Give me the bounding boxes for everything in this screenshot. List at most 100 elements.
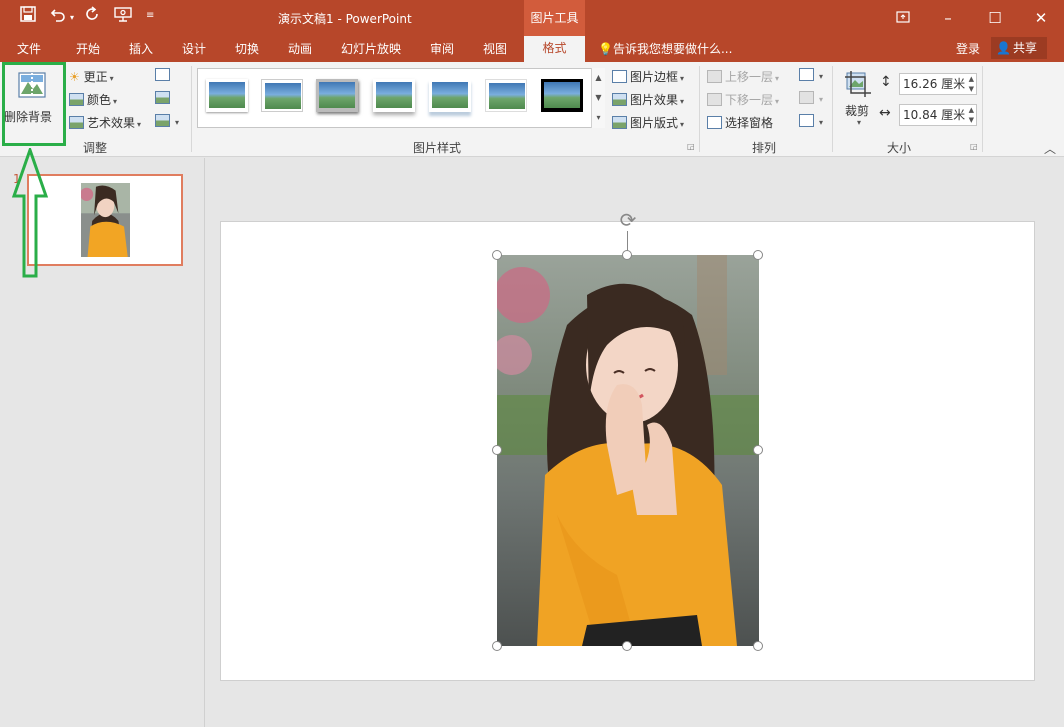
tell-me-text: 告诉我您想要做什么... [612,42,733,56]
tab-animations[interactable]: 动画 [288,40,312,57]
arrange-group-label: 排列 [752,141,777,155]
scroll-down-icon[interactable]: ▼ [592,88,605,108]
resize-handle-bottom-right[interactable] [753,641,763,651]
gallery-scroll[interactable]: ▲ ▼ ▾ [591,68,605,128]
bring-forward-label: 上移一层 [725,70,774,84]
share-button[interactable]: 👤 共享 [991,37,1047,59]
color-button[interactable]: 颜色 ▾ [69,91,117,108]
align-icon [799,68,814,81]
tab-format[interactable]: 格式 [524,36,585,62]
corrections-button[interactable]: ☀ 更正 ▾ [69,68,114,85]
tab-view[interactable]: 视图 [483,40,507,57]
picture-tools-context-label: 图片工具 [524,0,585,36]
corrections-label: 更正 [83,70,108,84]
green-arrow-up-icon [11,148,49,278]
slide-thumbnail[interactable] [27,174,183,266]
bring-forward-button[interactable]: 上移一层 ▾ [707,68,779,85]
height-input[interactable]: 16.26 厘米 ▲ ▼ [899,73,977,95]
chevron-down-icon: ▾ [819,95,824,104]
undo-dropdown-icon[interactable]: ▾ [70,13,74,22]
change-picture-button[interactable] [155,91,173,105]
resize-handle-top[interactable] [622,250,632,260]
spinner-arrows[interactable]: ▲ ▼ [969,74,974,94]
picture-effects-button[interactable]: 图片效果 ▾ [612,91,684,108]
ribbon-display-icon[interactable] [893,8,913,28]
dialog-launcher-icon[interactable]: ◲ [687,142,695,151]
person-icon: 👤 [996,41,1011,55]
color-label: 颜色 [87,93,112,107]
selection-pane-label: 选择窗格 [725,116,774,130]
rotate-button[interactable]: ▾ [799,114,823,128]
maximize-icon[interactable]: ☐ [985,8,1005,28]
ribbon: 删除背景 ☀ 更正 ▾ 颜色 ▾ 艺术效果 ▾ ▾ 调整 ▲ ▼ ▾ 图片边框 ▾ 图片… [0,62,1064,157]
lightbulb-icon: 💡 [598,42,613,56]
picture-style-6[interactable] [485,79,527,112]
present-icon[interactable] [114,6,132,26]
bring-forward-icon [707,70,722,83]
resize-handle-right[interactable] [753,445,763,455]
picture-border-button[interactable]: 图片边框 ▾ [612,68,684,85]
send-backward-button[interactable]: 下移一层 ▾ [707,91,779,108]
picture-border-label: 图片边框 [630,70,679,84]
resize-handle-left[interactable] [492,445,502,455]
thumbnail-picture [80,183,130,257]
compress-icon [155,68,170,81]
align-button[interactable]: ▾ [799,68,823,82]
adjust-group-label: 调整 [83,141,108,155]
reset-picture-button[interactable]: ▾ [155,114,179,128]
tab-file[interactable]: 文件 [17,40,41,57]
resize-handle-bottom-left[interactable] [492,641,502,651]
tab-home[interactable]: 开始 [76,40,100,57]
artistic-effects-button[interactable]: 艺术效果 ▾ [69,114,141,131]
resize-handle-bottom[interactable] [622,641,632,651]
login-link[interactable]: 登录 [956,40,980,57]
picture-style-1[interactable] [206,79,248,112]
minimize-icon[interactable]: – [938,8,958,28]
save-icon[interactable] [20,6,36,26]
more-styles-icon[interactable]: ▾ [592,108,605,128]
collapse-ribbon-icon[interactable]: ︿ [1044,140,1056,157]
picture-styles-group-label: 图片样式 [413,141,462,155]
tab-review[interactable]: 审阅 [430,40,454,57]
tell-me-search[interactable]: 💡告诉我您想要做什么... [598,40,732,57]
redo-icon[interactable] [84,6,100,26]
rotate-handle-icon[interactable]: ⟳ [617,209,639,231]
group-button[interactable]: ▾ [799,91,823,105]
height-value: 16.26 厘米 [903,77,966,91]
compress-pictures-button[interactable] [155,68,173,82]
picture-style-2[interactable] [261,79,303,112]
selection-pane-button[interactable]: 选择窗格 [707,114,773,131]
crop-label: 裁剪 [845,104,870,118]
scroll-up-icon[interactable]: ▲ [592,68,605,88]
group-divider [982,66,983,152]
width-input[interactable]: 10.84 厘米 ▲ ▼ [899,104,977,126]
resize-handle-top-right[interactable] [753,250,763,260]
resize-handle-top-left[interactable] [492,250,502,260]
artistic-effects-icon [69,116,84,129]
chevron-down-icon: ▾ [819,72,824,81]
chevron-down-icon: ▾ [680,97,685,106]
tab-slideshow[interactable]: 幻灯片放映 [341,40,401,57]
crop-button[interactable]: 裁剪 ▾ [840,68,876,130]
chevron-down-icon: ▾ [175,118,180,127]
picture-layout-button[interactable]: 图片版式 ▾ [612,114,684,131]
tab-transitions[interactable]: 切换 [235,40,259,57]
customize-icon[interactable]: ≡ [146,10,154,21]
undo-icon[interactable] [50,6,66,26]
picture-style-3[interactable] [316,79,358,112]
color-icon [69,93,84,106]
spinner-arrows[interactable]: ▲ ▼ [969,105,974,125]
picture-style-4[interactable] [373,79,415,112]
tab-design[interactable]: 设计 [182,40,206,57]
close-icon[interactable]: ✕ [1031,8,1051,28]
chevron-down-icon: ▾ [775,74,780,83]
chevron-down-icon: ▾ [113,97,118,106]
share-label: 共享 [1013,41,1038,55]
tab-insert[interactable]: 插入 [129,40,153,57]
height-icon: ↕ [880,74,892,90]
document-title: 演示文稿1 - PowerPoint [278,12,412,26]
picture-style-5[interactable] [429,79,471,112]
selected-picture[interactable] [497,255,759,646]
dialog-launcher-icon[interactable]: ◲ [970,142,978,151]
picture-style-7[interactable] [541,79,583,112]
